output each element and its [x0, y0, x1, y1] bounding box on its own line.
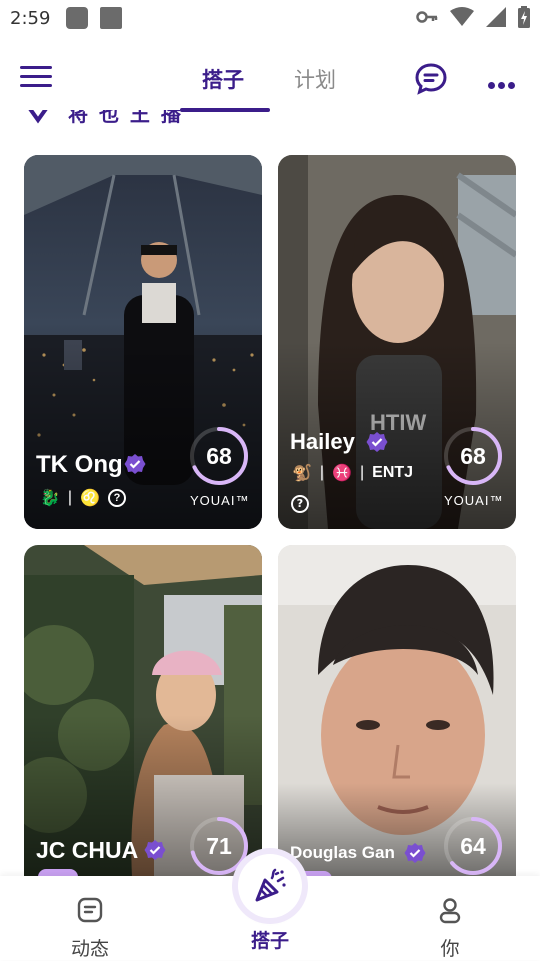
- profile-card[interactable]: TK Ong 🐉 | ♌ ? 68 YOUAI™: [24, 155, 262, 529]
- status-icons: [416, 6, 530, 28]
- profile-name: TK Ong: [36, 451, 123, 478]
- tab-partners[interactable]: 搭子: [202, 64, 244, 94]
- top-nav: 搭子 计划: [0, 50, 540, 114]
- nav-feed-label: 动态: [70, 938, 109, 960]
- score-value: 64: [460, 833, 486, 859]
- score-value: 71: [206, 833, 232, 859]
- profile-traits: 🐉 | ♌ ?: [40, 488, 126, 508]
- person-icon: [439, 898, 461, 924]
- nav-me-label: 你: [440, 938, 460, 960]
- menu-button[interactable]: [20, 66, 52, 90]
- help-icon[interactable]: ?: [291, 495, 309, 513]
- nav-me[interactable]: 你: [405, 896, 495, 961]
- party-popper-icon: [255, 868, 286, 902]
- mbti-type: ENTJ: [372, 464, 414, 481]
- nav-feed[interactable]: 动态: [45, 896, 135, 961]
- compatibility-score: 71: [188, 815, 250, 877]
- nav-partners-label[interactable]: 搭子: [225, 926, 315, 953]
- compatibility-score: 68: [188, 425, 250, 487]
- section-title: 将 也 王 播: [68, 110, 183, 126]
- feed-icon: [77, 897, 103, 923]
- profile-name: Hailey: [290, 429, 355, 454]
- score-value: 68: [460, 443, 486, 469]
- verified-badge-icon: [366, 432, 388, 452]
- nav-partners-button[interactable]: [238, 854, 302, 918]
- profile-name: JC CHUA: [36, 837, 139, 863]
- battery-icon: [518, 6, 530, 28]
- wifi-icon: [450, 7, 474, 26]
- signal-icon: [486, 7, 506, 27]
- zodiac-monkey-icon: 🐒: [292, 465, 312, 482]
- help-icon[interactable]: ?: [108, 489, 126, 507]
- status-bar: 2:59: [0, 0, 540, 38]
- notification-icon: [66, 7, 88, 29]
- profile-card[interactable]: Douglas Gan 64: [278, 545, 516, 885]
- brand-label: YOUAI™: [190, 493, 250, 508]
- tab-plans[interactable]: 计划: [294, 64, 336, 94]
- compatibility-score: 64: [442, 815, 504, 877]
- more-options-button[interactable]: [488, 74, 520, 89]
- leo-sign-icon: ♌: [80, 490, 100, 507]
- trait-separator: |: [360, 464, 365, 481]
- verified-badge-icon: [124, 454, 146, 474]
- zodiac-dragon-icon: 🐉: [40, 490, 60, 507]
- trait-separator: |: [67, 489, 73, 506]
- verified-badge-icon: [144, 840, 166, 860]
- status-time: 2:59: [10, 8, 51, 29]
- compatibility-score: 68: [442, 425, 504, 487]
- brand-label: YOUAI™: [444, 493, 504, 508]
- pisces-sign-icon: ♓: [332, 465, 352, 482]
- section-header-peek: 将 也 王 播: [24, 110, 324, 130]
- notification-icon: [100, 7, 122, 29]
- profile-name: Douglas Gan: [290, 843, 395, 862]
- chat-icon: [415, 63, 447, 95]
- heart-link-icon: [28, 110, 48, 124]
- key-icon: [416, 11, 438, 23]
- profile-card[interactable]: JC CHUA 71: [24, 545, 262, 885]
- profile-traits: 🐒 | ♓ | ENTJ: [292, 463, 413, 483]
- profile-card[interactable]: HTIW Hailey 🐒 | ♓ | ENTJ ? 68 YOUAI™: [278, 155, 516, 529]
- trait-separator: |: [319, 464, 325, 481]
- score-value: 68: [206, 443, 232, 469]
- chat-button[interactable]: [414, 62, 448, 96]
- verified-badge-icon: [404, 843, 426, 863]
